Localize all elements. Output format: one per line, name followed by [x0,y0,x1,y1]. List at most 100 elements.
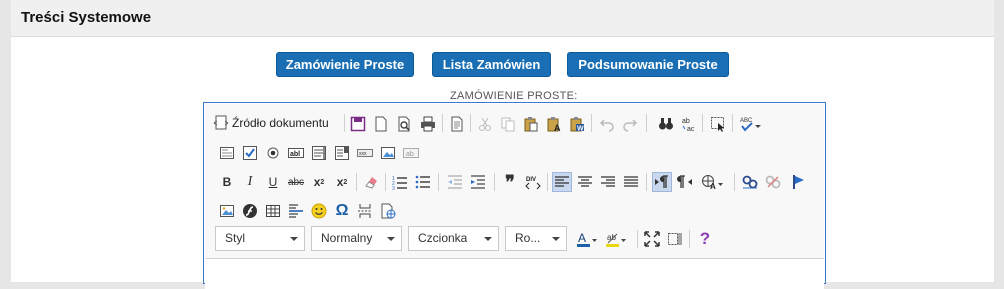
font-size-select[interactable]: Ro... [505,226,567,251]
simple-summary-button[interactable]: Podsumowanie Proste [567,52,729,77]
toolbar-separator [494,173,495,191]
undo-icon[interactable] [597,114,617,134]
toolbar-separator [385,173,386,191]
find-icon[interactable] [656,114,676,134]
font-size-select-value: Ro... [515,231,541,245]
checkbox-icon[interactable] [240,143,260,163]
superscript-mark: 2 [343,178,348,186]
align-center-icon[interactable] [575,172,595,192]
print-icon[interactable] [418,114,438,134]
radio-icon[interactable] [263,143,283,163]
textarea-icon[interactable] [309,143,329,163]
toolbar-separator [344,114,345,132]
panel-header: Treści Systemowe [11,0,994,37]
bulleted-list-icon[interactable] [413,172,433,192]
copy-icon[interactable] [498,114,518,134]
order-list-button[interactable]: Lista Zamówien [432,52,551,77]
text-rtl-icon[interactable] [675,172,695,192]
page-scrollbar[interactable] [994,36,1004,282]
language-icon[interactable]: A [698,172,726,192]
replace-ac-text: ac [687,126,695,132]
iframe-icon[interactable] [378,201,398,221]
bold-icon[interactable]: B [217,172,237,192]
simple-order-button[interactable]: Zamówienie Proste [276,52,414,77]
hidden-field-icon[interactable]: ab [401,143,421,163]
link-icon[interactable] [740,172,760,192]
outdent-icon[interactable] [445,172,465,192]
editor-toolbar: Źródło dokumentu A W ab ac ABC abl xxx a… [205,104,824,259]
align-justify-icon[interactable] [621,172,641,192]
align-left-icon[interactable] [552,172,572,192]
form-icon[interactable] [217,143,237,163]
background-color-icon[interactable]: ab [604,229,630,249]
superscript-icon[interactable]: x2 [332,172,352,192]
strikethrough-icon[interactable]: abc [286,172,306,192]
font-select-value: Czcionka [418,231,468,245]
align-right-icon[interactable] [598,172,618,192]
table-icon[interactable] [263,201,283,221]
content-panel: Treści Systemowe Zamówienie Proste Lista… [11,0,994,289]
toolbar-separator [637,230,638,248]
text-ltr-icon[interactable] [652,172,672,192]
chevron-down-icon [484,237,492,241]
subscript-icon[interactable]: x2 [309,172,329,192]
underline-icon[interactable]: U [263,172,283,192]
maximize-icon[interactable] [642,229,662,249]
unlink-icon[interactable] [763,172,783,192]
page-break-icon[interactable] [355,201,375,221]
italic-icon[interactable]: I [240,172,260,192]
replace-ab-text: ab [682,118,690,125]
textcolor-text: A [578,231,586,245]
select-all-icon[interactable] [708,114,728,134]
field-ab-text: ab [406,151,414,158]
flash-icon[interactable] [240,201,260,221]
field-abl-text: abl [290,151,300,158]
paste-word-icon[interactable]: W [567,114,587,134]
toolbar-separator [591,114,592,132]
toolbar-separator [702,114,703,132]
toolbar-separator [356,173,357,191]
font-select[interactable]: Czcionka [408,226,499,251]
button-field-icon[interactable]: xxx [355,143,375,163]
superscript-x: x [336,175,344,189]
cut-icon[interactable] [475,114,495,134]
bgcolor-text: ab [607,233,616,242]
svg-text:W: W [577,126,584,133]
editor-content-area[interactable] [205,259,824,289]
anchor-icon[interactable] [789,172,809,192]
format-select[interactable]: Normalny [311,226,402,251]
image-button-icon[interactable] [378,143,398,163]
image-icon[interactable] [217,201,237,221]
smiley-icon[interactable] [309,201,329,221]
create-div-icon[interactable]: DIV [523,172,543,192]
toolbar-separator [438,173,439,191]
numbered-list-icon[interactable]: 123 [390,172,410,192]
horizontal-rule-icon[interactable] [286,201,306,221]
templates-icon[interactable] [447,114,467,134]
toolbar-separator [689,230,690,248]
paste-icon[interactable] [521,114,541,134]
spellcheck-icon[interactable]: ABC [737,114,765,134]
show-blocks-icon[interactable] [665,229,685,249]
remove-format-icon[interactable] [361,172,381,192]
preview-icon[interactable] [394,114,414,134]
replace-icon[interactable]: ab ac [679,114,699,134]
indent-icon[interactable] [468,172,488,192]
source-label: Źródło dokumentu [232,116,329,130]
text-field-icon[interactable]: abl [286,143,306,163]
special-char-icon[interactable]: Ω [332,201,352,221]
paste-text-icon[interactable]: A [544,114,564,134]
chevron-down-icon [387,237,395,241]
panel-title: Treści Systemowe [21,9,152,26]
blockquote-icon[interactable]: ❞ [500,172,520,192]
select-field-icon[interactable] [332,143,352,163]
toolbar-separator [734,173,735,191]
text-color-icon[interactable]: A [575,229,601,249]
redo-icon[interactable] [620,114,640,134]
new-page-icon[interactable] [371,114,391,134]
style-select[interactable]: Styl [215,226,305,251]
help-icon[interactable]: ? [695,229,715,249]
source-button[interactable]: Źródło dokumentu [213,112,329,134]
style-select-value: Styl [225,231,246,245]
save-icon[interactable] [348,114,368,134]
